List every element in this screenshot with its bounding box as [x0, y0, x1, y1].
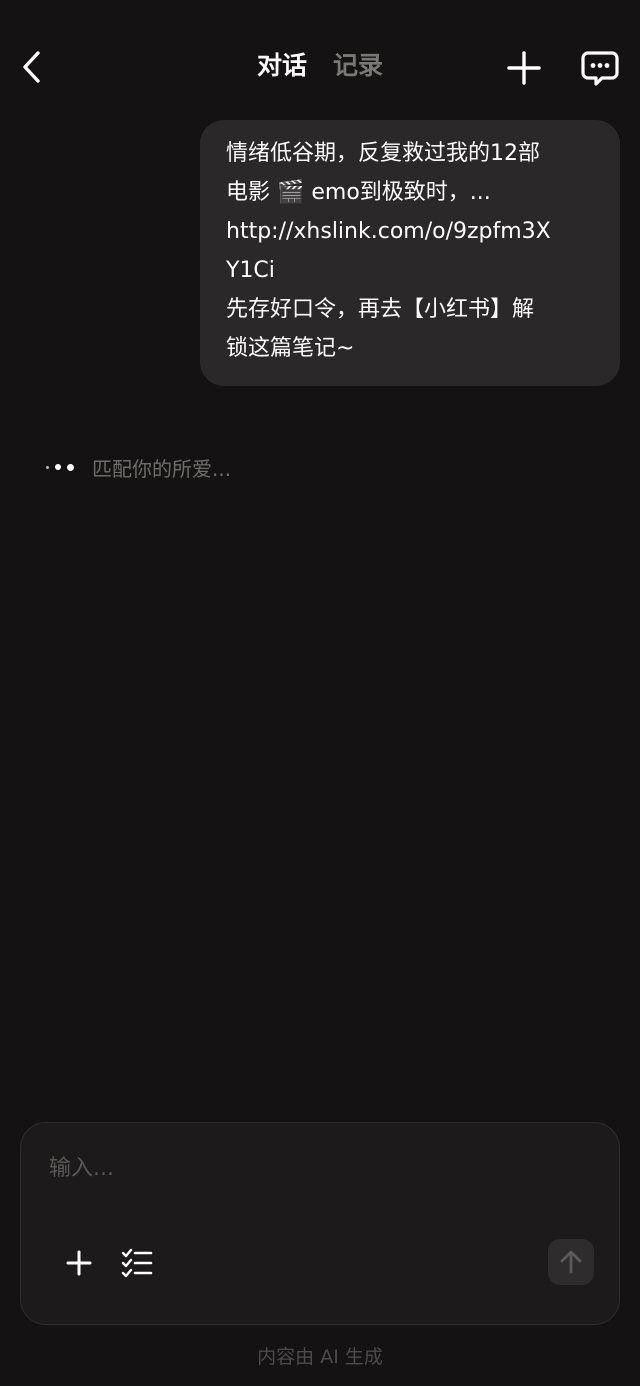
message-input[interactable] — [49, 1151, 589, 1185]
tab-bar: 对话 记录 — [0, 48, 640, 84]
ai-disclaimer: 内容由 AI 生成 — [257, 1346, 383, 1368]
message-line: 情绪低谷期，反复救过我的12部 — [226, 141, 540, 166]
message-composer — [20, 1122, 620, 1325]
message-line: 电影 🎬 emo到极致时，... — [226, 180, 491, 205]
arrow-up-icon — [560, 1250, 582, 1274]
send-button[interactable] — [548, 1239, 594, 1285]
tab-chat[interactable]: 对话 — [257, 48, 307, 84]
message-line: 锁这篇笔记~ — [226, 336, 355, 361]
user-message-bubble[interactable]: 情绪低谷期，反复救过我的12部 电影 🎬 emo到极致时，... http://… — [200, 120, 620, 386]
chat-list-button[interactable] — [578, 46, 622, 90]
new-chat-button[interactable] — [504, 48, 544, 88]
checklist-button[interactable] — [119, 1245, 155, 1281]
typing-indicator: 匹配你的所爱... — [46, 452, 231, 482]
plus-icon — [507, 51, 541, 85]
plus-icon — [66, 1250, 92, 1276]
typing-status-text: 匹配你的所爱... — [92, 456, 232, 481]
checklist-icon — [121, 1248, 153, 1278]
message-line: 先存好口令，再去【小红书】解 — [226, 297, 535, 322]
app-screen: 对话 记录 情绪低谷期，反复救过我的12部 电影 🎬 emo到极致时，... h… — [0, 0, 640, 1386]
loading-dots-icon — [46, 463, 74, 471]
tab-history[interactable]: 记录 — [333, 48, 383, 84]
chat-bubble-icon — [581, 51, 619, 86]
message-link[interactable]: Y1Ci — [226, 251, 598, 290]
attach-button[interactable] — [61, 1245, 97, 1281]
top-bar: 对话 记录 — [0, 0, 640, 132]
message-link[interactable]: http://xhslink.com/o/9zpfm3X — [226, 212, 598, 251]
